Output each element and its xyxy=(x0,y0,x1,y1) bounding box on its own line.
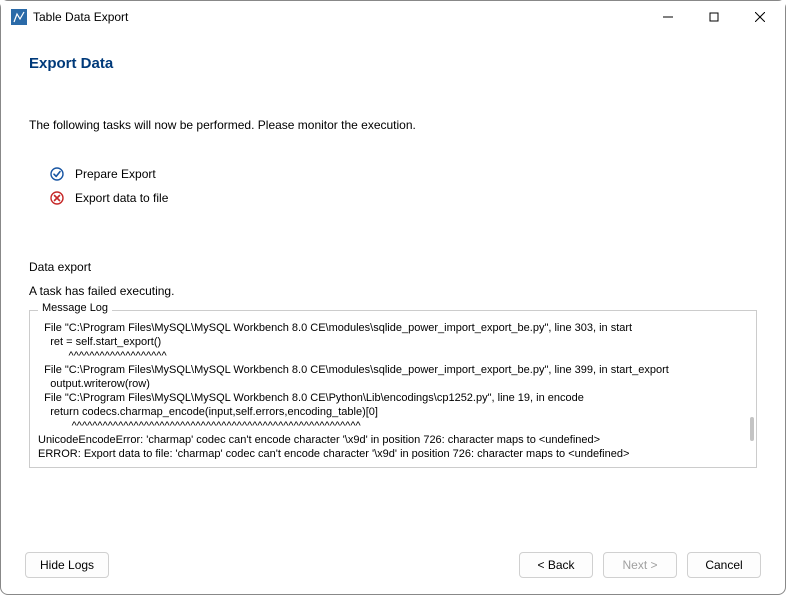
back-button[interactable]: < Back xyxy=(519,552,593,578)
next-button[interactable]: Next > xyxy=(603,552,677,578)
maximize-button[interactable] xyxy=(691,1,737,33)
window-controls xyxy=(645,1,783,33)
cancel-button[interactable]: Cancel xyxy=(687,552,761,578)
task-row-prepare: Prepare Export xyxy=(49,162,757,186)
window-title: Table Data Export xyxy=(33,10,128,24)
wizard-footer: Hide Logs < Back Next > Cancel xyxy=(1,536,785,594)
hide-logs-button[interactable]: Hide Logs xyxy=(25,552,109,578)
content-area: Export Data The following tasks will now… xyxy=(1,33,785,536)
status-text: A task has failed executing. xyxy=(29,284,757,298)
status-heading: Data export xyxy=(29,260,757,274)
intro-text: The following tasks will now be performe… xyxy=(29,118,757,132)
task-list: Prepare Export Export data to file xyxy=(49,162,757,210)
minimize-button[interactable] xyxy=(645,1,691,33)
scrollbar-thumb[interactable] xyxy=(750,417,754,441)
titlebar: Table Data Export xyxy=(1,1,785,33)
error-icon xyxy=(49,190,65,206)
task-label: Prepare Export xyxy=(75,167,156,181)
task-row-export: Export data to file xyxy=(49,186,757,210)
message-log-label: Message Log xyxy=(38,302,112,314)
task-label: Export data to file xyxy=(75,191,168,205)
message-log[interactable]: File "C:\Program Files\MySQL\MySQL Workb… xyxy=(38,321,748,459)
message-log-group: Message Log File "C:\Program Files\MySQL… xyxy=(29,310,757,468)
check-icon xyxy=(49,166,65,182)
app-icon xyxy=(11,9,27,25)
close-button[interactable] xyxy=(737,1,783,33)
page-title: Export Data xyxy=(29,55,757,72)
